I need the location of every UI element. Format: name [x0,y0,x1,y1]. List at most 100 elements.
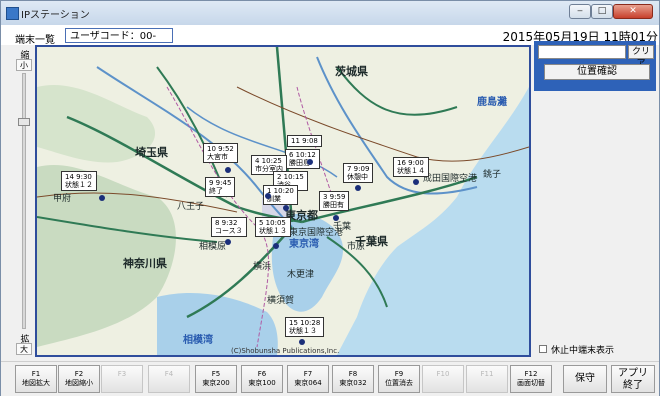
f3-button[interactable]: F3 [101,365,143,393]
fkey-label: 東京100 [248,379,276,387]
vehicle-pin[interactable] [225,239,231,245]
zoom-slider-track[interactable] [22,73,26,329]
vehicle-marker[interactable]: 16 9:00 状態１４ [393,157,429,177]
marker-status: 休憩中 [347,173,368,181]
vehicle-pin[interactable] [99,195,105,201]
place-saitama: 埼玉県 [135,146,168,159]
vehicle-pin[interactable] [333,215,339,221]
maintenance-button[interactable]: 保守 [563,365,607,393]
marker-time: 1 10:20 [267,187,294,195]
marker-time: 14 9:30 [65,173,92,181]
place-choshi: 銚子 [483,170,502,180]
fkey-label: 地図拡大 [22,379,50,387]
terminal-search-input[interactable] [538,45,626,59]
marker-time: 15 10:28 [289,319,321,327]
locate-button[interactable]: 位置確認 [544,64,650,80]
vehicle-marker[interactable]: 15 10:28 状態１３ [285,317,325,337]
place-sagamihara: 相模原 [199,242,227,252]
zoom-slider-thumb[interactable] [18,118,30,126]
marker-time: 4 10:25 [255,157,282,165]
vehicle-marker[interactable]: 3 9:59 勝田有 [319,191,350,211]
place-kisarazu: 木更津 [287,270,315,280]
vehicle-pin[interactable] [299,339,305,345]
vehicle-pin[interactable] [413,179,419,185]
marker-time: 16 9:00 [397,159,424,167]
fkey-number: F10 [436,370,450,378]
window-title: IPステーション [21,10,90,21]
map-copyright: (C)Shobunsha Publications,Inc. [231,347,340,355]
zoom-sidebar [15,45,37,355]
marker-status: 終了 [209,187,223,195]
marker-time: 2 10:15 [277,173,304,181]
terminal-list-tab[interactable]: 端末一覧 [15,31,55,46]
vehicle-pin[interactable] [273,243,279,249]
fkey-label: 東京064 [294,379,322,387]
fkey-number: F6 [257,370,267,378]
vehicle-marker[interactable]: 5 10:05 状態１３ [255,217,291,237]
f10-button[interactable]: F10 [422,365,464,393]
f1-button[interactable]: F1 地図拡大 [15,365,57,393]
minimize-button[interactable]: ‒ [569,4,591,19]
fkey-label: 位置消去 [385,379,413,387]
marker-time: 10 9:52 [207,145,234,153]
f12-button[interactable]: F12 画面切替 [510,365,552,393]
f9-button[interactable]: F9 位置消去 [378,365,420,393]
title-bar: IPステーション [1,1,659,26]
place-yokohama: 横浜 [253,262,272,272]
maximize-button[interactable]: □ [591,4,613,19]
vehicle-marker[interactable]: 14 9:30 状態１２ [61,171,97,191]
marker-time: 8 9:32 [215,219,238,227]
place-kofu: 甲府 [53,194,72,204]
fkey-label: 東京032 [339,379,367,387]
f2-button[interactable]: F2 地図縮小 [58,365,100,393]
close-button[interactable]: ✕ [613,4,653,19]
vehicle-marker[interactable]: 6 10:12 勝田島 [285,149,320,169]
fkey-number: F7 [303,370,313,378]
f5-button[interactable]: F5 東京200 [195,365,237,393]
f6-button[interactable]: F6 東京100 [241,365,283,393]
marker-status: 訓業 [267,195,281,203]
marker-status: コース３ [215,227,243,235]
vehicle-pin[interactable] [225,167,231,173]
fkey-number: F1 [31,370,41,378]
fkey-number: F3 [117,370,127,378]
place-ibaraki: 茨城県 [335,65,368,78]
marker-status: 状態１４ [397,167,425,175]
vehicle-pin[interactable] [283,205,289,211]
fkey-label: 画面切替 [517,379,545,387]
fkey-number: F8 [348,370,358,378]
marker-time: 11 9:08 [291,137,318,145]
fkey-number: F2 [74,370,84,378]
marker-time: 5 10:05 [259,219,286,227]
marker-status: 状態１３ [289,327,317,335]
f11-button[interactable]: F11 [466,365,508,393]
show-inactive-checkbox[interactable] [539,345,547,353]
f4-button[interactable]: F4 [148,365,190,393]
vehicle-marker[interactable]: 11 9:08 [287,135,322,147]
f7-button[interactable]: F7 東京064 [287,365,329,393]
marker-status: 勝田有 [323,201,344,209]
zoom-in-button[interactable]: 大 [16,343,32,355]
vehicle-pin[interactable] [307,159,313,165]
app-window: IPステーション ‒ □ ✕ 端末一覧 ユーザコード：00-0004 2015年… [0,0,660,396]
vehicle-marker[interactable]: 10 9:52 大宮市 [203,143,238,163]
place-kashima-nada: 鹿島灘 [477,97,507,108]
marker-status: 状態１３ [259,227,287,235]
vehicle-marker[interactable]: 9 9:45 終了 [205,177,236,197]
exit-app-button[interactable]: アプリ 終了 [611,365,655,393]
user-code-display: ユーザコード：00-0004 [65,28,173,57]
vehicle-marker[interactable]: 7 9:09 休憩中 [343,163,374,183]
place-yokosuka: 横須賀 [267,296,295,306]
clear-button[interactable]: クリア [628,45,654,69]
place-narita-airport: 成田国際空港 [423,174,478,184]
vehicle-pin[interactable] [355,185,361,191]
f8-button[interactable]: F8 東京032 [332,365,374,393]
fkey-number: F9 [394,370,404,378]
vehicle-pin[interactable] [265,193,271,199]
fkey-label: 地図縮小 [65,379,93,387]
vehicle-marker[interactable]: 8 9:32 コース３ [211,217,247,237]
show-inactive-label: 休止中端末表示 [551,346,615,356]
app-icon [6,7,19,20]
map-view[interactable]: 茨城県 埼玉県 千葉県 神奈川県 東京湾 相模湾 鹿島灘 相模原 成田国際空港 … [35,45,531,357]
zoom-out-button[interactable]: 小 [16,59,32,71]
